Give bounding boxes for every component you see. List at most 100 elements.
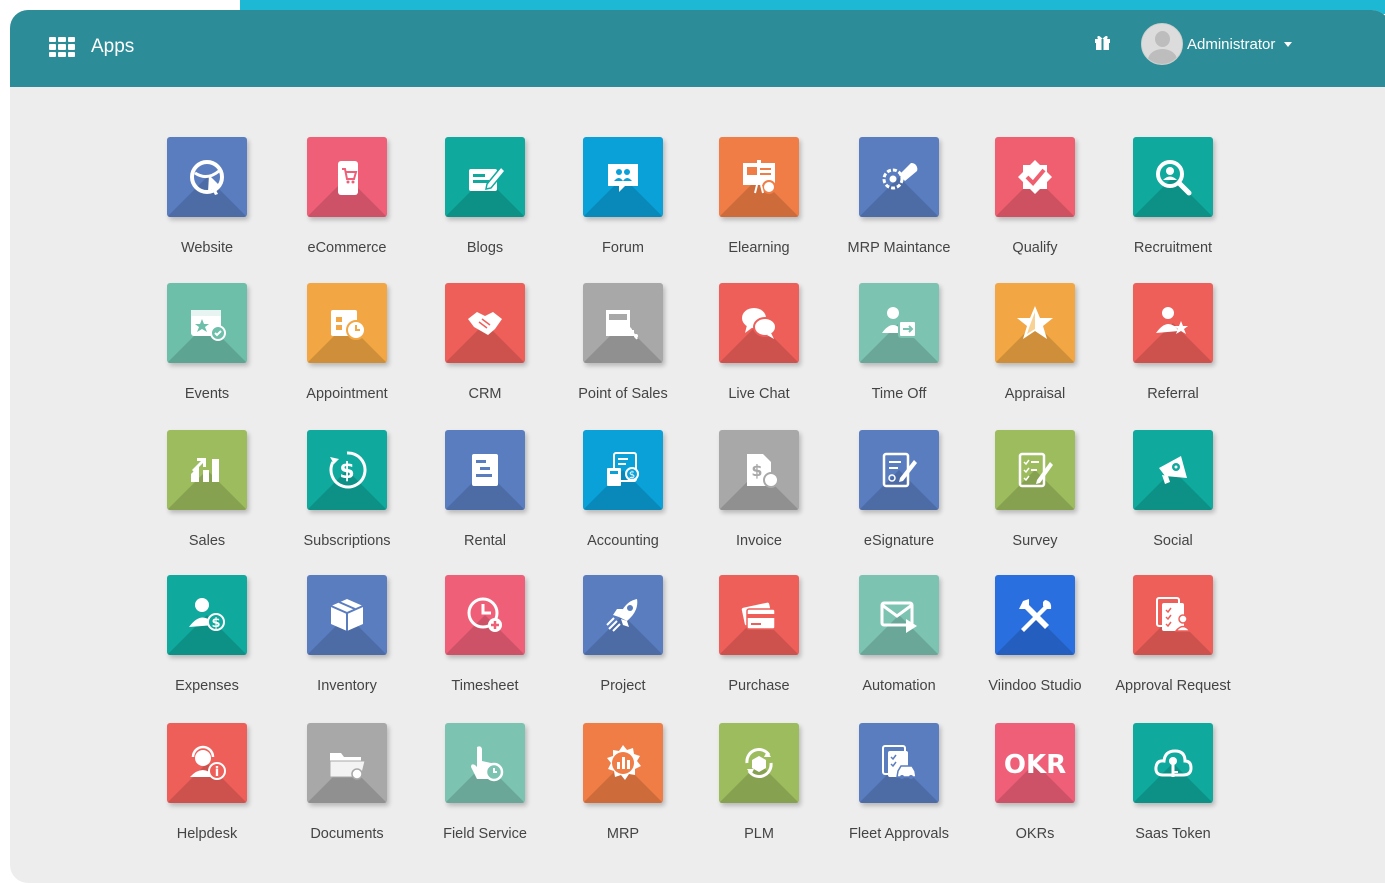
app-tile-fleet-approvals[interactable]: Fleet Approvals xyxy=(829,723,969,853)
app-tile-documents[interactable]: Documents xyxy=(277,723,417,853)
invoice-icon: $ xyxy=(719,430,799,510)
app-tile-timesheet[interactable]: Timesheet xyxy=(415,575,555,705)
document-list-icon xyxy=(445,430,525,510)
app-label: Timesheet xyxy=(451,678,519,694)
app-label: Viindoo Studio xyxy=(988,678,1082,694)
app-label: Inventory xyxy=(317,678,377,694)
tools-icon xyxy=(995,575,1075,655)
app-tile-appointment[interactable]: Appointment xyxy=(277,283,417,413)
app-label: Expenses xyxy=(175,678,239,694)
app-label: Appraisal xyxy=(1004,386,1066,402)
app-label: Project xyxy=(600,678,646,694)
app-label: MRP Maintance xyxy=(847,240,951,256)
app-label: Automation xyxy=(862,678,936,694)
app-tile-expenses[interactable]: $ Expenses xyxy=(137,575,277,705)
folder-icon xyxy=(307,723,387,803)
app-label: Live Chat xyxy=(728,386,790,402)
app-tile-purchase[interactable]: Purchase xyxy=(689,575,829,705)
app-label: Field Service xyxy=(443,826,527,842)
app-tile-recruitment[interactable]: Recruitment xyxy=(1103,137,1243,267)
app-tile-survey[interactable]: Survey xyxy=(965,430,1105,560)
gear-wrench-icon xyxy=(859,137,939,217)
gear-chart-icon xyxy=(583,723,663,803)
app-tile-point-of-sales[interactable]: Point of Sales xyxy=(553,283,693,413)
megaphone-icon xyxy=(1133,430,1213,510)
okr-logo-text: OKR xyxy=(1004,750,1066,780)
app-label: Appointment xyxy=(306,386,388,402)
app-tile-okrs[interactable]: OKR OKRs xyxy=(965,723,1105,853)
svg-text:$: $ xyxy=(751,461,762,480)
app-tile-rental[interactable]: Rental xyxy=(415,430,555,560)
app-label: PLM xyxy=(744,826,774,842)
app-label: OKRs xyxy=(1015,826,1055,842)
app-tile-invoice[interactable]: $ Invoice xyxy=(689,430,829,560)
cycle-box-icon xyxy=(719,723,799,803)
app-tile-field-service[interactable]: Field Service xyxy=(415,723,555,853)
app-tile-events[interactable]: Events xyxy=(137,283,277,413)
app-tile-esignature[interactable]: eSignature xyxy=(829,430,969,560)
handshake-icon xyxy=(445,283,525,363)
app-tile-forum[interactable]: Forum xyxy=(553,137,693,267)
app-label: Survey xyxy=(1012,533,1058,549)
app-tile-website[interactable]: Website xyxy=(137,137,277,267)
app-label: Accounting xyxy=(587,533,659,549)
rocket-icon xyxy=(583,575,663,655)
cloud-key-icon xyxy=(1133,723,1213,803)
app-label: Blogs xyxy=(466,240,504,256)
app-tile-referral[interactable]: Referral xyxy=(1103,283,1243,413)
app-label: Time Off xyxy=(871,386,927,402)
app-label: CRM xyxy=(468,386,502,402)
sign-pen-icon xyxy=(859,430,939,510)
app-tile-sales[interactable]: Sales xyxy=(137,430,277,560)
app-label: Invoice xyxy=(736,533,782,549)
hand-clock-icon xyxy=(445,723,525,803)
okr-icon: OKR xyxy=(995,723,1075,803)
app-window: Apps Administrator Website eCommerce Blogs… xyxy=(10,10,1385,883)
app-tile-automation[interactable]: Automation xyxy=(829,575,969,705)
app-label: Rental xyxy=(464,533,506,549)
presentation-icon xyxy=(719,137,799,217)
app-tile-approval-request[interactable]: Approval Request xyxy=(1103,575,1243,705)
globe-cursor-icon xyxy=(167,137,247,217)
app-tile-subscriptions[interactable]: $ Subscriptions xyxy=(277,430,417,560)
app-label: Referral xyxy=(1147,386,1199,402)
app-tile-social[interactable]: Social xyxy=(1103,430,1243,560)
app-tile-project[interactable]: Project xyxy=(553,575,693,705)
app-label: Sales xyxy=(188,533,226,549)
calendar-clock-icon xyxy=(307,283,387,363)
person-dollar-icon: $ xyxy=(167,575,247,655)
app-label: eSignature xyxy=(863,533,935,549)
person-calendar-icon xyxy=(859,283,939,363)
svg-text:$: $ xyxy=(629,470,635,481)
app-tile-viindoo-studio[interactable]: Viindoo Studio xyxy=(965,575,1105,705)
checklist-pen-icon xyxy=(995,430,1075,510)
app-tile-helpdesk[interactable]: i Helpdesk xyxy=(137,723,277,853)
app-tile-mrp[interactable]: MRP xyxy=(553,723,693,853)
app-tile-plm[interactable]: PLM xyxy=(689,723,829,853)
svg-text:$: $ xyxy=(339,459,354,484)
document-person-icon xyxy=(1133,575,1213,655)
app-label: Recruitment xyxy=(1133,240,1213,256)
document-car-icon xyxy=(859,723,939,803)
app-tile-qualify[interactable]: Qualify xyxy=(965,137,1105,267)
app-tile-blogs[interactable]: Blogs xyxy=(415,137,555,267)
calculator-icon: $ xyxy=(583,430,663,510)
app-tile-live-chat[interactable]: Live Chat xyxy=(689,283,829,413)
app-tile-ecommerce[interactable]: eCommerce xyxy=(277,137,417,267)
app-label: Fleet Approvals xyxy=(849,826,949,842)
app-grid: Website eCommerce Blogs Forum Elearning MRP M… xyxy=(10,10,1385,883)
app-label: Helpdesk xyxy=(176,826,238,842)
person-star-icon xyxy=(1133,283,1213,363)
app-tile-accounting[interactable]: $ Accounting xyxy=(553,430,693,560)
credit-card-icon xyxy=(719,575,799,655)
app-tile-time-off[interactable]: Time Off xyxy=(829,283,969,413)
app-tile-crm[interactable]: CRM xyxy=(415,283,555,413)
app-tile-inventory[interactable]: Inventory xyxy=(277,575,417,705)
search-person-icon xyxy=(1133,137,1213,217)
app-tile-mrp-maintance[interactable]: MRP Maintance xyxy=(829,137,969,267)
app-tile-elearning[interactable]: Elearning xyxy=(689,137,829,267)
app-label: Purchase xyxy=(728,678,790,694)
app-tile-appraisal[interactable]: Appraisal xyxy=(965,283,1105,413)
headset-icon: i xyxy=(167,723,247,803)
app-tile-saas-token[interactable]: Saas Token xyxy=(1103,723,1243,853)
